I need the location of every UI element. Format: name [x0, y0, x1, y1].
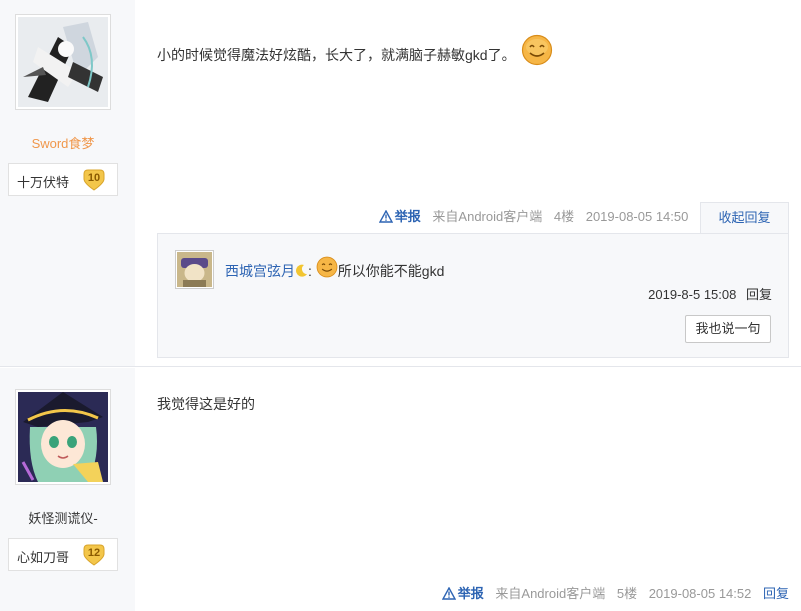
- reply-line: 西城宫弦月: 所以你能不能gkd: [225, 256, 444, 281]
- collapse-replies-button[interactable]: 收起回复: [700, 202, 789, 234]
- post-content: 小的时候觉得魔法好炫酷，长大了，就满脑子赫敏gkd了。: [157, 34, 553, 69]
- level-badge: 10: [82, 169, 106, 191]
- post-tail: 举报 来自Android客户端 4楼 2019-08-05 14:50 收起回复: [371, 202, 789, 234]
- author-sidebar: Sword食梦 十万伏特 10: [0, 0, 135, 366]
- user-avatar[interactable]: [15, 389, 111, 485]
- avatar-image: [18, 392, 108, 482]
- reply-box: 西城宫弦月: 所以你能不能gkd 2019-8-5 15:08 回复 我也说一句: [157, 233, 789, 358]
- post-text: 小的时候觉得魔法好炫酷，长大了，就满脑子赫敏gkd了。: [157, 47, 516, 63]
- level-title: 心如刀哥: [17, 550, 70, 565]
- post-floor-4: Sword食梦 十万伏特 10 小的时候觉得魔法好炫酷，长大了，就满脑子赫敏gk…: [0, 0, 801, 367]
- post-floor-5: 妖怪测谎仪- 心如刀哥 12 我觉得这是好的 举报 来自Android客户端 5…: [0, 368, 801, 611]
- post-floor: 4楼: [553, 209, 575, 225]
- warning-icon: [378, 209, 393, 224]
- reply-avatar[interactable]: [175, 250, 214, 289]
- level-number: 10: [87, 172, 101, 184]
- reply-time: 2019-8-5 15:08: [648, 287, 737, 302]
- reply-button[interactable]: 回复: [763, 586, 789, 601]
- reply-text: 所以你能不能gkd: [337, 263, 445, 279]
- report-link[interactable]: 举报: [378, 209, 425, 225]
- author-sidebar: 妖怪测谎仪- 心如刀哥 12: [0, 368, 135, 611]
- level-box[interactable]: 十万伏特 10: [8, 163, 118, 196]
- author-username[interactable]: Sword食梦: [0, 133, 126, 152]
- level-number: 12: [87, 547, 101, 559]
- level-badge: 12: [82, 544, 106, 566]
- level-box[interactable]: 心如刀哥 12: [8, 538, 118, 571]
- avatar-image: [18, 17, 108, 107]
- post-source: 来自Android客户端: [495, 586, 606, 601]
- post-text: 我觉得这是好的: [157, 396, 255, 412]
- post-content: 我觉得这是好的: [157, 394, 255, 414]
- report-label: 举报: [457, 586, 484, 601]
- reply-username[interactable]: 西城宫弦月: [225, 263, 295, 279]
- post-time: 2019-08-05 14:52: [648, 586, 752, 601]
- smiley-emoji-icon: [316, 256, 338, 281]
- smiley-emoji-icon: [521, 34, 553, 69]
- user-avatar[interactable]: [15, 14, 111, 110]
- post-tail: 举报 来自Android客户端 5楼 2019-08-05 14:52 回复: [434, 583, 789, 602]
- report-link[interactable]: 举报: [441, 586, 488, 601]
- reply-meta: 2019-8-5 15:08 回复: [648, 284, 772, 303]
- author-username[interactable]: 妖怪测谎仪-: [0, 508, 126, 527]
- post-time: 2019-08-05 14:50: [585, 209, 689, 225]
- level-title: 十万伏特: [17, 175, 70, 190]
- add-comment-button[interactable]: 我也说一句: [685, 315, 771, 343]
- reply-avatar-image: [177, 252, 212, 287]
- post-floor: 5楼: [616, 586, 638, 601]
- post-source: 来自Android客户端: [432, 209, 543, 225]
- warning-icon: [441, 586, 456, 600]
- report-label: 举报: [394, 209, 421, 225]
- reply-button[interactable]: 回复: [746, 287, 772, 302]
- moon-icon: [296, 264, 308, 280]
